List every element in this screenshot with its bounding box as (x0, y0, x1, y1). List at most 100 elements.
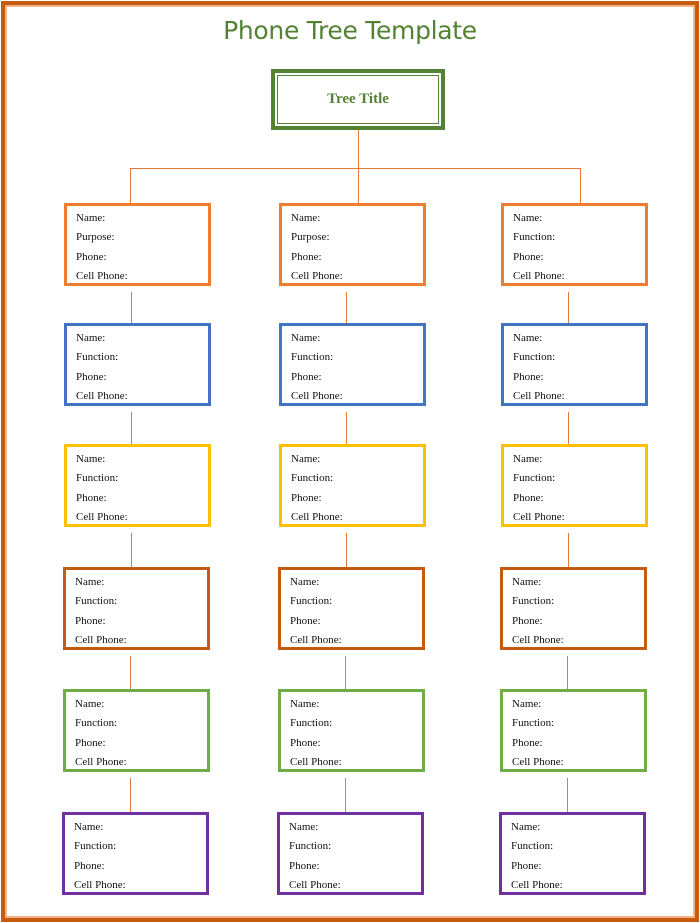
contact-box-left-level-3[interactable]: Name: Function: Phone: Cell Phone: (64, 444, 211, 527)
connector-center-level-2-to-3 (346, 412, 347, 444)
cell-phone-field-label: Cell Phone: (291, 389, 343, 402)
phone-field-label: Phone: (290, 614, 321, 627)
connector-center-level-4-to-5 (345, 656, 346, 689)
contact-box-left-level-5[interactable]: Name: Function: Phone: Cell Phone: (63, 689, 210, 772)
name-field-label: Name: (75, 576, 105, 588)
cell-phone-field-label: Cell Phone: (76, 510, 128, 523)
contact-box-right-level-4[interactable]: Name: Function: Phone: Cell Phone: (500, 567, 647, 650)
cell-phone-field-label: Cell Phone: (74, 878, 126, 891)
phone-field-label: Phone: (76, 491, 107, 504)
contact-box-right-level-2[interactable]: Name: Function: Phone: Cell Phone: (501, 323, 648, 406)
contact-box-center-level-4[interactable]: Name: Function: Phone: Cell Phone: (278, 567, 425, 650)
contact-box-center-level-5[interactable]: Name: Function: Phone: Cell Phone: (278, 689, 425, 772)
connector-left-level-1-to-2 (131, 292, 132, 323)
name-field-label: Name: (76, 332, 106, 344)
cell-phone-field-label: Cell Phone: (513, 510, 565, 523)
cell-phone-field-label: Cell Phone: (75, 755, 127, 768)
cell-phone-field-label: Cell Phone: (290, 755, 342, 768)
contact-box-left-level-6[interactable]: Name: Function: Phone: Cell Phone: (62, 812, 209, 895)
tree-title-box[interactable]: Tree Title (271, 69, 445, 130)
name-field-label: Name: (512, 576, 542, 588)
function-field-label: Function: (513, 351, 556, 364)
cell-phone-field-label: Cell Phone: (290, 633, 342, 646)
name-field-label: Name: (512, 698, 542, 710)
phone-field-label: Phone: (513, 250, 544, 263)
contact-box-right-level-5[interactable]: Name: Function: Phone: Cell Phone: (500, 689, 647, 772)
connector-horizontal-branch (130, 168, 581, 169)
contact-box-left-level-4[interactable]: Name: Function: Phone: Cell Phone: (63, 567, 210, 650)
function-field-label: Function: (512, 717, 555, 730)
phone-field-label: Phone: (291, 370, 322, 383)
phone-field-label: Phone: (291, 491, 322, 504)
phone-field-label: Phone: (512, 736, 543, 749)
connector-right-level-1-to-2 (568, 292, 569, 323)
phone-field-label: Phone: (513, 370, 544, 383)
name-field-label: Name: (76, 453, 106, 465)
phone-field-label: Phone: (513, 491, 544, 504)
connector-branch-left (130, 168, 131, 203)
phone-field-label: Phone: (75, 614, 106, 627)
contact-box-center-level-6[interactable]: Name: Function: Phone: Cell Phone: (277, 812, 424, 895)
phone-field-label: Phone: (512, 614, 543, 627)
cell-phone-field-label: Cell Phone: (291, 269, 343, 282)
connector-center-level-1-to-2 (346, 292, 347, 323)
contact-box-center-level-3[interactable]: Name: Function: Phone: Cell Phone: (279, 444, 426, 527)
phone-field-label: Phone: (76, 370, 107, 383)
name-field-label: Name: (76, 212, 106, 224)
tree-title-inner-border: Tree Title (277, 75, 439, 124)
connector-left-level-3-to-4 (131, 533, 132, 567)
function-field-label: Function: (291, 472, 334, 485)
purpose-field-label: Purpose: (291, 231, 330, 244)
function-field-label: Function: (291, 351, 334, 364)
phone-field-label: Phone: (290, 736, 321, 749)
connector-branch-center (358, 168, 359, 203)
name-field-label: Name: (291, 332, 321, 344)
cell-phone-field-label: Cell Phone: (512, 633, 564, 646)
name-field-label: Name: (290, 698, 320, 710)
connector-center-level-5-to-6 (345, 778, 346, 812)
phone-field-label: Phone: (74, 859, 105, 872)
cell-phone-field-label: Cell Phone: (291, 510, 343, 523)
name-field-label: Name: (511, 821, 541, 833)
connector-right-level-3-to-4 (568, 533, 569, 567)
contact-box-left-level-2[interactable]: Name: Function: Phone: Cell Phone: (64, 323, 211, 406)
connector-left-level-2-to-3 (131, 412, 132, 444)
function-field-label: Function: (513, 231, 556, 244)
contact-box-left-level-1[interactable]: Name: Purpose: Phone: Cell Phone: (64, 203, 211, 286)
contact-box-center-level-2[interactable]: Name: Function: Phone: Cell Phone: (279, 323, 426, 406)
connector-branch-right (580, 168, 581, 203)
name-field-label: Name: (75, 698, 105, 710)
function-field-label: Function: (76, 351, 119, 364)
cell-phone-field-label: Cell Phone: (513, 269, 565, 282)
cell-phone-field-label: Cell Phone: (511, 878, 563, 891)
name-field-label: Name: (513, 332, 543, 344)
name-field-label: Name: (513, 212, 543, 224)
contact-box-center-level-1[interactable]: Name: Purpose: Phone: Cell Phone: (279, 203, 426, 286)
phone-field-label: Phone: (76, 250, 107, 263)
tree-title-label: Tree Title (327, 91, 389, 107)
phone-field-label: Phone: (289, 859, 320, 872)
cell-phone-field-label: Cell Phone: (289, 878, 341, 891)
cell-phone-field-label: Cell Phone: (512, 755, 564, 768)
cell-phone-field-label: Cell Phone: (76, 269, 128, 282)
connector-right-level-5-to-6 (567, 778, 568, 812)
function-field-label: Function: (75, 595, 118, 608)
cell-phone-field-label: Cell Phone: (513, 389, 565, 402)
phone-field-label: Phone: (511, 859, 542, 872)
function-field-label: Function: (513, 472, 556, 485)
function-field-label: Function: (76, 472, 119, 485)
contact-box-right-level-3[interactable]: Name: Function: Phone: Cell Phone: (501, 444, 648, 527)
connector-left-level-5-to-6 (130, 778, 131, 812)
contact-box-right-level-1[interactable]: Name: Function: Phone: Cell Phone: (501, 203, 648, 286)
phone-field-label: Phone: (291, 250, 322, 263)
name-field-label: Name: (291, 453, 321, 465)
phone-field-label: Phone: (75, 736, 106, 749)
connector-right-level-2-to-3 (568, 412, 569, 444)
contact-box-right-level-6[interactable]: Name: Function: Phone: Cell Phone: (499, 812, 646, 895)
function-field-label: Function: (290, 595, 333, 608)
function-field-label: Function: (289, 840, 332, 853)
function-field-label: Function: (290, 717, 333, 730)
connector-left-level-4-to-5 (130, 656, 131, 689)
page-title: Phone Tree Template (223, 16, 477, 45)
connector-right-level-4-to-5 (567, 656, 568, 689)
